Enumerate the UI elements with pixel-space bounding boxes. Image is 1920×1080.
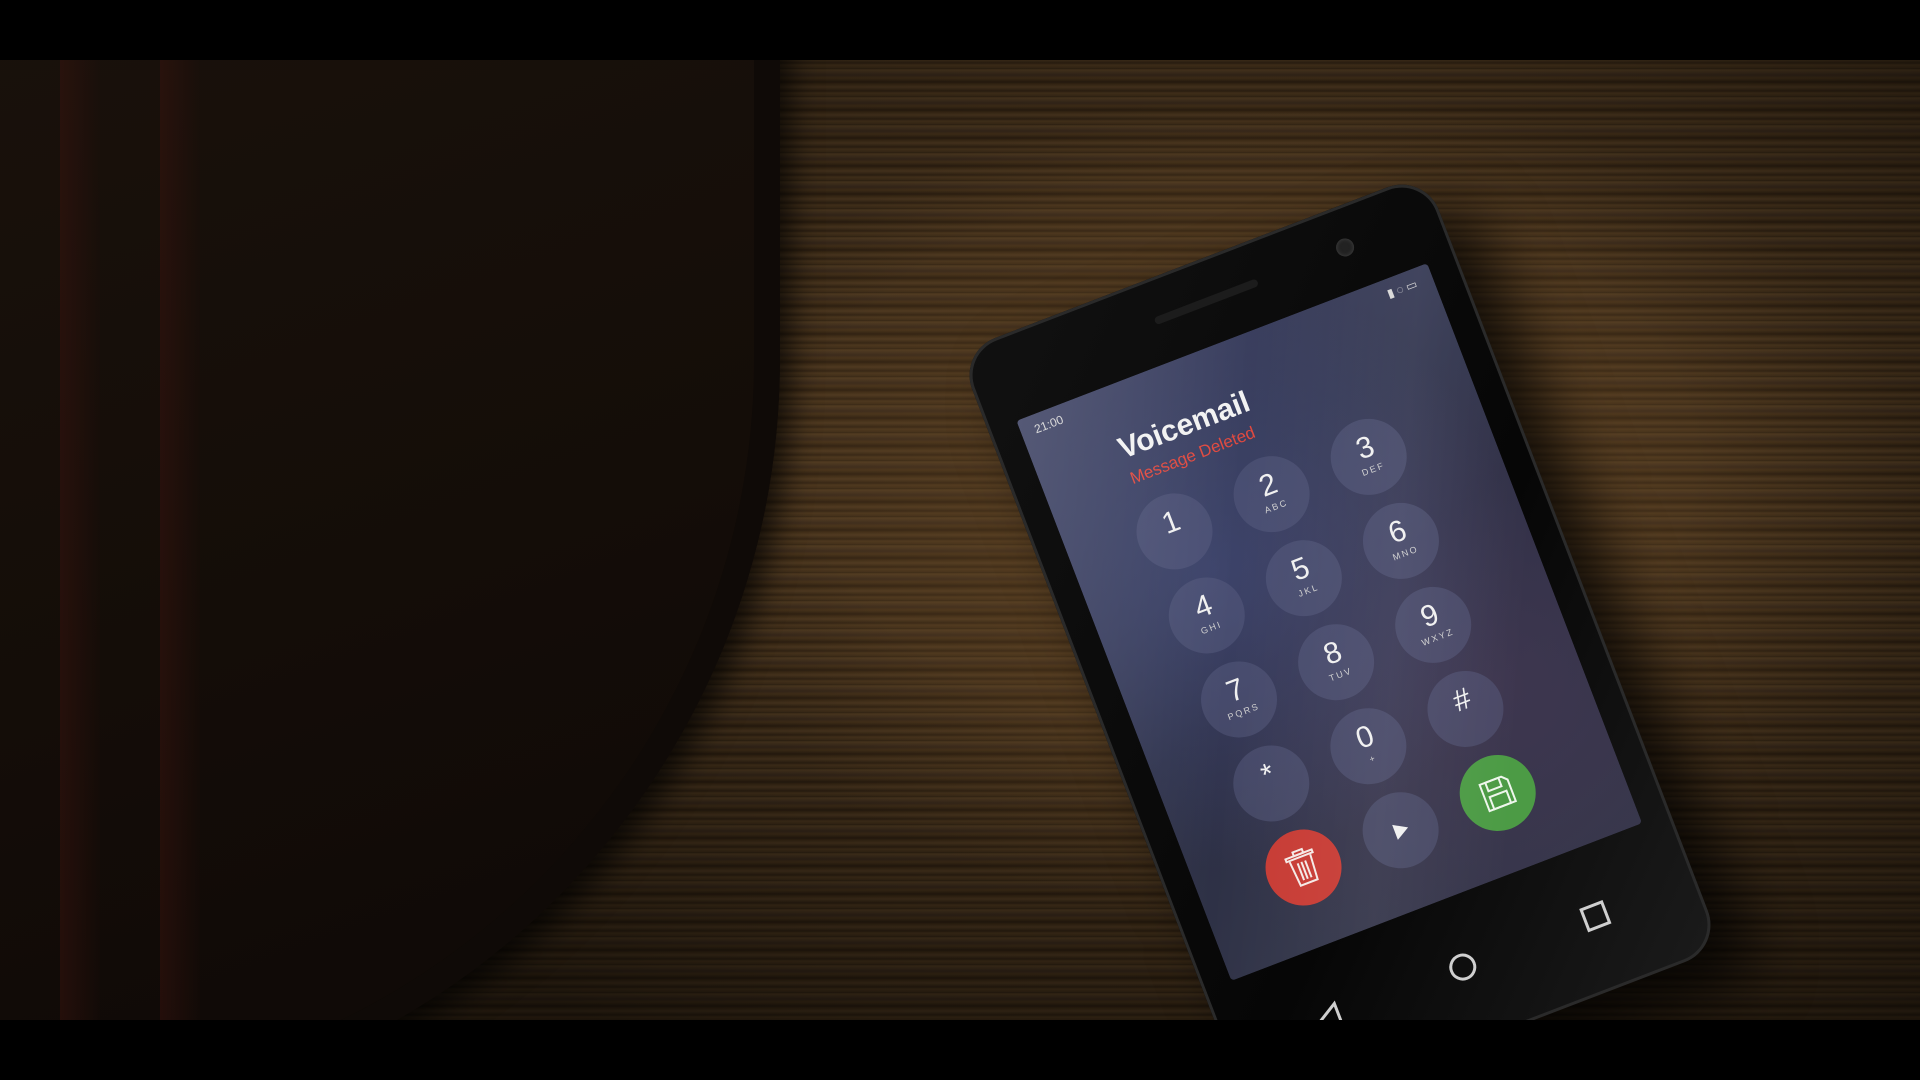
key-9[interactable]: 9 WXYZ — [1384, 575, 1483, 675]
key-3[interactable]: 3 DEF — [1319, 407, 1418, 506]
floppy-disk-icon — [1478, 775, 1518, 813]
recent-square-icon[interactable] — [1573, 894, 1617, 938]
video-frame: 21:00 ▮◌▭ Voicemail Message Deleted 1 2 … — [0, 0, 1920, 1080]
status-icons: ▮◌▭ — [1385, 276, 1422, 301]
object-spine — [160, 60, 200, 1020]
play-button[interactable] — [1351, 781, 1450, 880]
trash-icon — [1284, 847, 1319, 887]
key-7[interactable]: 7 PQRS — [1189, 650, 1289, 749]
back-triangle-icon[interactable] — [1308, 996, 1352, 1020]
key-0[interactable]: 0 + — [1319, 697, 1418, 796]
letterbox-top — [0, 0, 1920, 60]
key-8[interactable]: 8 TUV — [1287, 613, 1386, 712]
front-camera — [1333, 235, 1357, 260]
phone-screen: 21:00 ▮◌▭ Voicemail Message Deleted 1 2 … — [1016, 263, 1643, 981]
status-time: 21:00 — [1032, 412, 1066, 437]
table-scene: 21:00 ▮◌▭ Voicemail Message Deleted 1 2 … — [0, 60, 1920, 1020]
key-5[interactable]: 5 JKL — [1254, 529, 1353, 628]
object-spine — [60, 60, 100, 1020]
home-circle-icon[interactable] — [1441, 945, 1485, 989]
key-digit: 1 — [1157, 504, 1185, 541]
key-digit: # — [1448, 681, 1476, 719]
save-button[interactable] — [1448, 743, 1547, 843]
key-digit: * — [1256, 757, 1280, 793]
key-4[interactable]: 4 GHI — [1157, 566, 1256, 665]
earpiece-speaker — [1153, 278, 1260, 326]
object-rim — [0, 60, 780, 1020]
smartphone: 21:00 ▮◌▭ Voicemail Message Deleted 1 2 … — [957, 172, 1723, 1020]
delete-button[interactable] — [1254, 818, 1353, 917]
key-6[interactable]: 6 MNO — [1351, 491, 1451, 591]
play-icon — [1392, 824, 1409, 840]
key-hash[interactable]: # — [1416, 659, 1515, 759]
key-2[interactable]: 2 ABC — [1222, 445, 1321, 544]
letterbox-bottom — [0, 1020, 1920, 1080]
key-1[interactable]: 1 — [1125, 482, 1224, 581]
dark-foreground-object — [0, 60, 780, 1020]
key-star[interactable]: * — [1222, 734, 1321, 833]
